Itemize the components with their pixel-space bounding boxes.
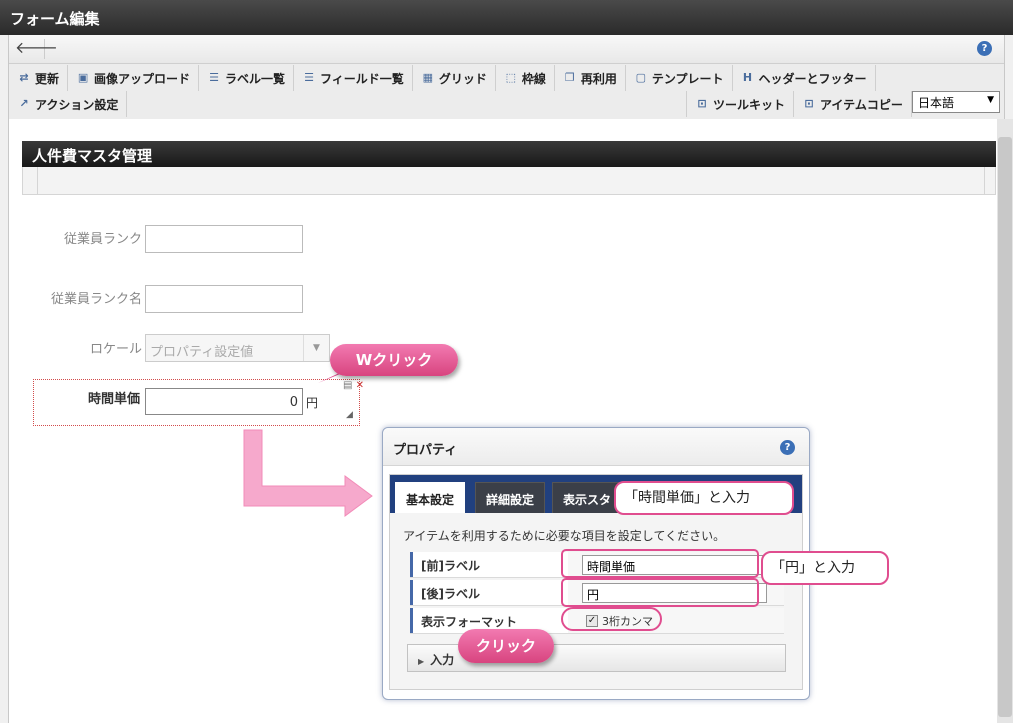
toolbar-button-label: 更新: [35, 71, 60, 86]
toolbar-button-update[interactable]: ⇄ 更新: [9, 65, 69, 91]
toolbar-button-label: ラベル一覧: [225, 71, 286, 86]
toolbar-button-label: グリッド: [438, 71, 487, 86]
language-select[interactable]: 日本語 ▼: [912, 91, 1000, 113]
toolbar-row-secondary: ↗ アクション設定: [9, 91, 128, 117]
post-label-highlight: [561, 578, 759, 607]
item-copy-button[interactable]: ⊡ アイテムコピー: [794, 91, 912, 117]
update-icon: ⇄: [19, 71, 29, 84]
action-settings-button[interactable]: ↗ アクション設定: [9, 91, 128, 117]
language-value: 日本語: [918, 96, 955, 110]
employee-rank-name-label: 従業員ランク名: [50, 292, 142, 307]
toolbar-row-right: ⊡ ツールキット ⊡ アイテムコピー: [686, 91, 912, 117]
tab-advanced-settings[interactable]: 詳細設定: [475, 482, 546, 513]
toolkit-button[interactable]: ⊡ ツールキット: [686, 91, 795, 117]
toolbar-button-label: 再利用: [580, 71, 617, 86]
enter-hourly-rate-callout: 「時間単価」と入力: [614, 481, 794, 515]
form-header-band: [22, 167, 996, 195]
chevron-down-icon: ▼: [303, 335, 329, 361]
template-icon: ▢: [635, 71, 647, 84]
toolbar-button-field-list[interactable]: ☰ フィールド一覧: [294, 65, 413, 91]
toolbar-button-border[interactable]: ⬚ 枠線: [496, 65, 555, 91]
chevron-right-icon: ▶: [418, 657, 425, 666]
action-icon: ↗: [19, 97, 29, 110]
help-icon[interactable]: ?: [977, 41, 992, 56]
employee-rank-input[interactable]: [145, 225, 303, 253]
toolbar-button-reuse[interactable]: ❐ 再利用: [555, 65, 626, 91]
employee-rank-label: 従業員ランク: [63, 232, 142, 247]
dropdown-arrow-icon: ▼: [987, 95, 994, 105]
toolkit-icon: ⊡: [697, 97, 707, 110]
toolbar: 🡐 ? ⇄ 更新 ▣ 画像アップロード ☰ ラベル一覧 ☰ フィールド一覧 ▦ グリッド ⬚ 枠線 ❐ 再…: [8, 35, 1005, 119]
toolbar-button-label: フィールド一覧: [320, 71, 404, 86]
tab-display-style[interactable]: 表示スタ: [552, 482, 623, 513]
item-copy-label: アイテムコピー: [820, 97, 903, 112]
toolbar-button-label: 画像アップロード: [94, 71, 191, 86]
pre-label-name: [前]ラベル: [410, 552, 568, 577]
toolbar-row-main: ⇄ 更新 ▣ 画像アップロード ☰ ラベル一覧 ☰ フィールド一覧 ▦ グリッド ⬚ 枠線 ❐ 再利用 ▢ テ…: [9, 65, 876, 91]
toolbar-button-image-upload[interactable]: ▣ 画像アップロード: [68, 65, 200, 91]
field-edit-icon[interactable]: ▤ ✕: [343, 380, 364, 391]
toolbar-button-template[interactable]: ▢ テンプレート: [626, 65, 733, 91]
grid-icon: ▦: [422, 71, 434, 84]
toolbar-button-label: ヘッダーとフッター: [758, 71, 867, 86]
vertical-scrollbar[interactable]: [997, 119, 1013, 723]
hourly-rate-unit: 円: [306, 396, 319, 410]
help-icon[interactable]: ?: [780, 440, 795, 455]
hourly-rate-input[interactable]: 0: [145, 388, 303, 415]
toolbar-button-label: テンプレート: [651, 71, 724, 86]
header-footer-icon: H: [742, 71, 753, 84]
scroll-thumb[interactable]: [998, 137, 1012, 717]
tab-basic-settings[interactable]: 基本設定: [395, 482, 466, 513]
reuse-icon: ❐: [564, 71, 575, 84]
employee-rank-name-input[interactable]: [145, 285, 303, 313]
toolbar-button-label: 枠線: [521, 71, 546, 86]
border-icon: ⬚: [505, 71, 517, 84]
toolbar-button-header-footer[interactable]: H ヘッダーとフッター: [733, 65, 876, 91]
locale-label: ロケール: [89, 342, 142, 357]
item-copy-icon: ⊡: [804, 97, 814, 110]
back-arrow-icon[interactable]: 🡐: [15, 39, 58, 59]
nav-row: 🡐 ?: [9, 35, 1004, 64]
band-divider: [37, 167, 38, 195]
toolbar-button-label-list[interactable]: ☰ ラベル一覧: [199, 65, 295, 91]
action-settings-label: アクション設定: [35, 97, 119, 112]
image-upload-icon: ▣: [77, 71, 89, 84]
properties-title: プロパティ: [393, 443, 458, 458]
enter-yen-callout: 「円」と入力: [761, 551, 889, 585]
double-click-callout: Wクリック: [330, 344, 458, 376]
toolbar-button-grid[interactable]: ▦ グリッド: [413, 65, 496, 91]
properties-description: アイテムを利用するために必要な項目を設定してください。: [403, 529, 726, 543]
pre-label-highlight: [561, 549, 759, 578]
band-divider: [984, 167, 985, 195]
toolkit-label: ツールキット: [713, 97, 786, 112]
locale-value: プロパティ設定値: [150, 345, 254, 360]
form-title: 人件費マスタ管理: [22, 141, 996, 167]
post-label-name: [後]ラベル: [410, 580, 568, 605]
locale-select[interactable]: プロパティ設定値 ▼: [145, 334, 330, 362]
resize-handle-icon[interactable]: ◢: [346, 410, 353, 420]
window-title: フォーム編集: [0, 0, 1013, 35]
field-list-icon: ☰: [304, 71, 314, 84]
click-callout: クリック: [458, 629, 554, 663]
label-list-icon: ☰: [209, 71, 219, 84]
hourly-rate-label: 時間単価: [87, 392, 140, 407]
properties-header: プロパティ ?: [383, 428, 809, 466]
checkbox-highlight: [561, 607, 662, 631]
input-section-label: 入力: [430, 653, 455, 667]
